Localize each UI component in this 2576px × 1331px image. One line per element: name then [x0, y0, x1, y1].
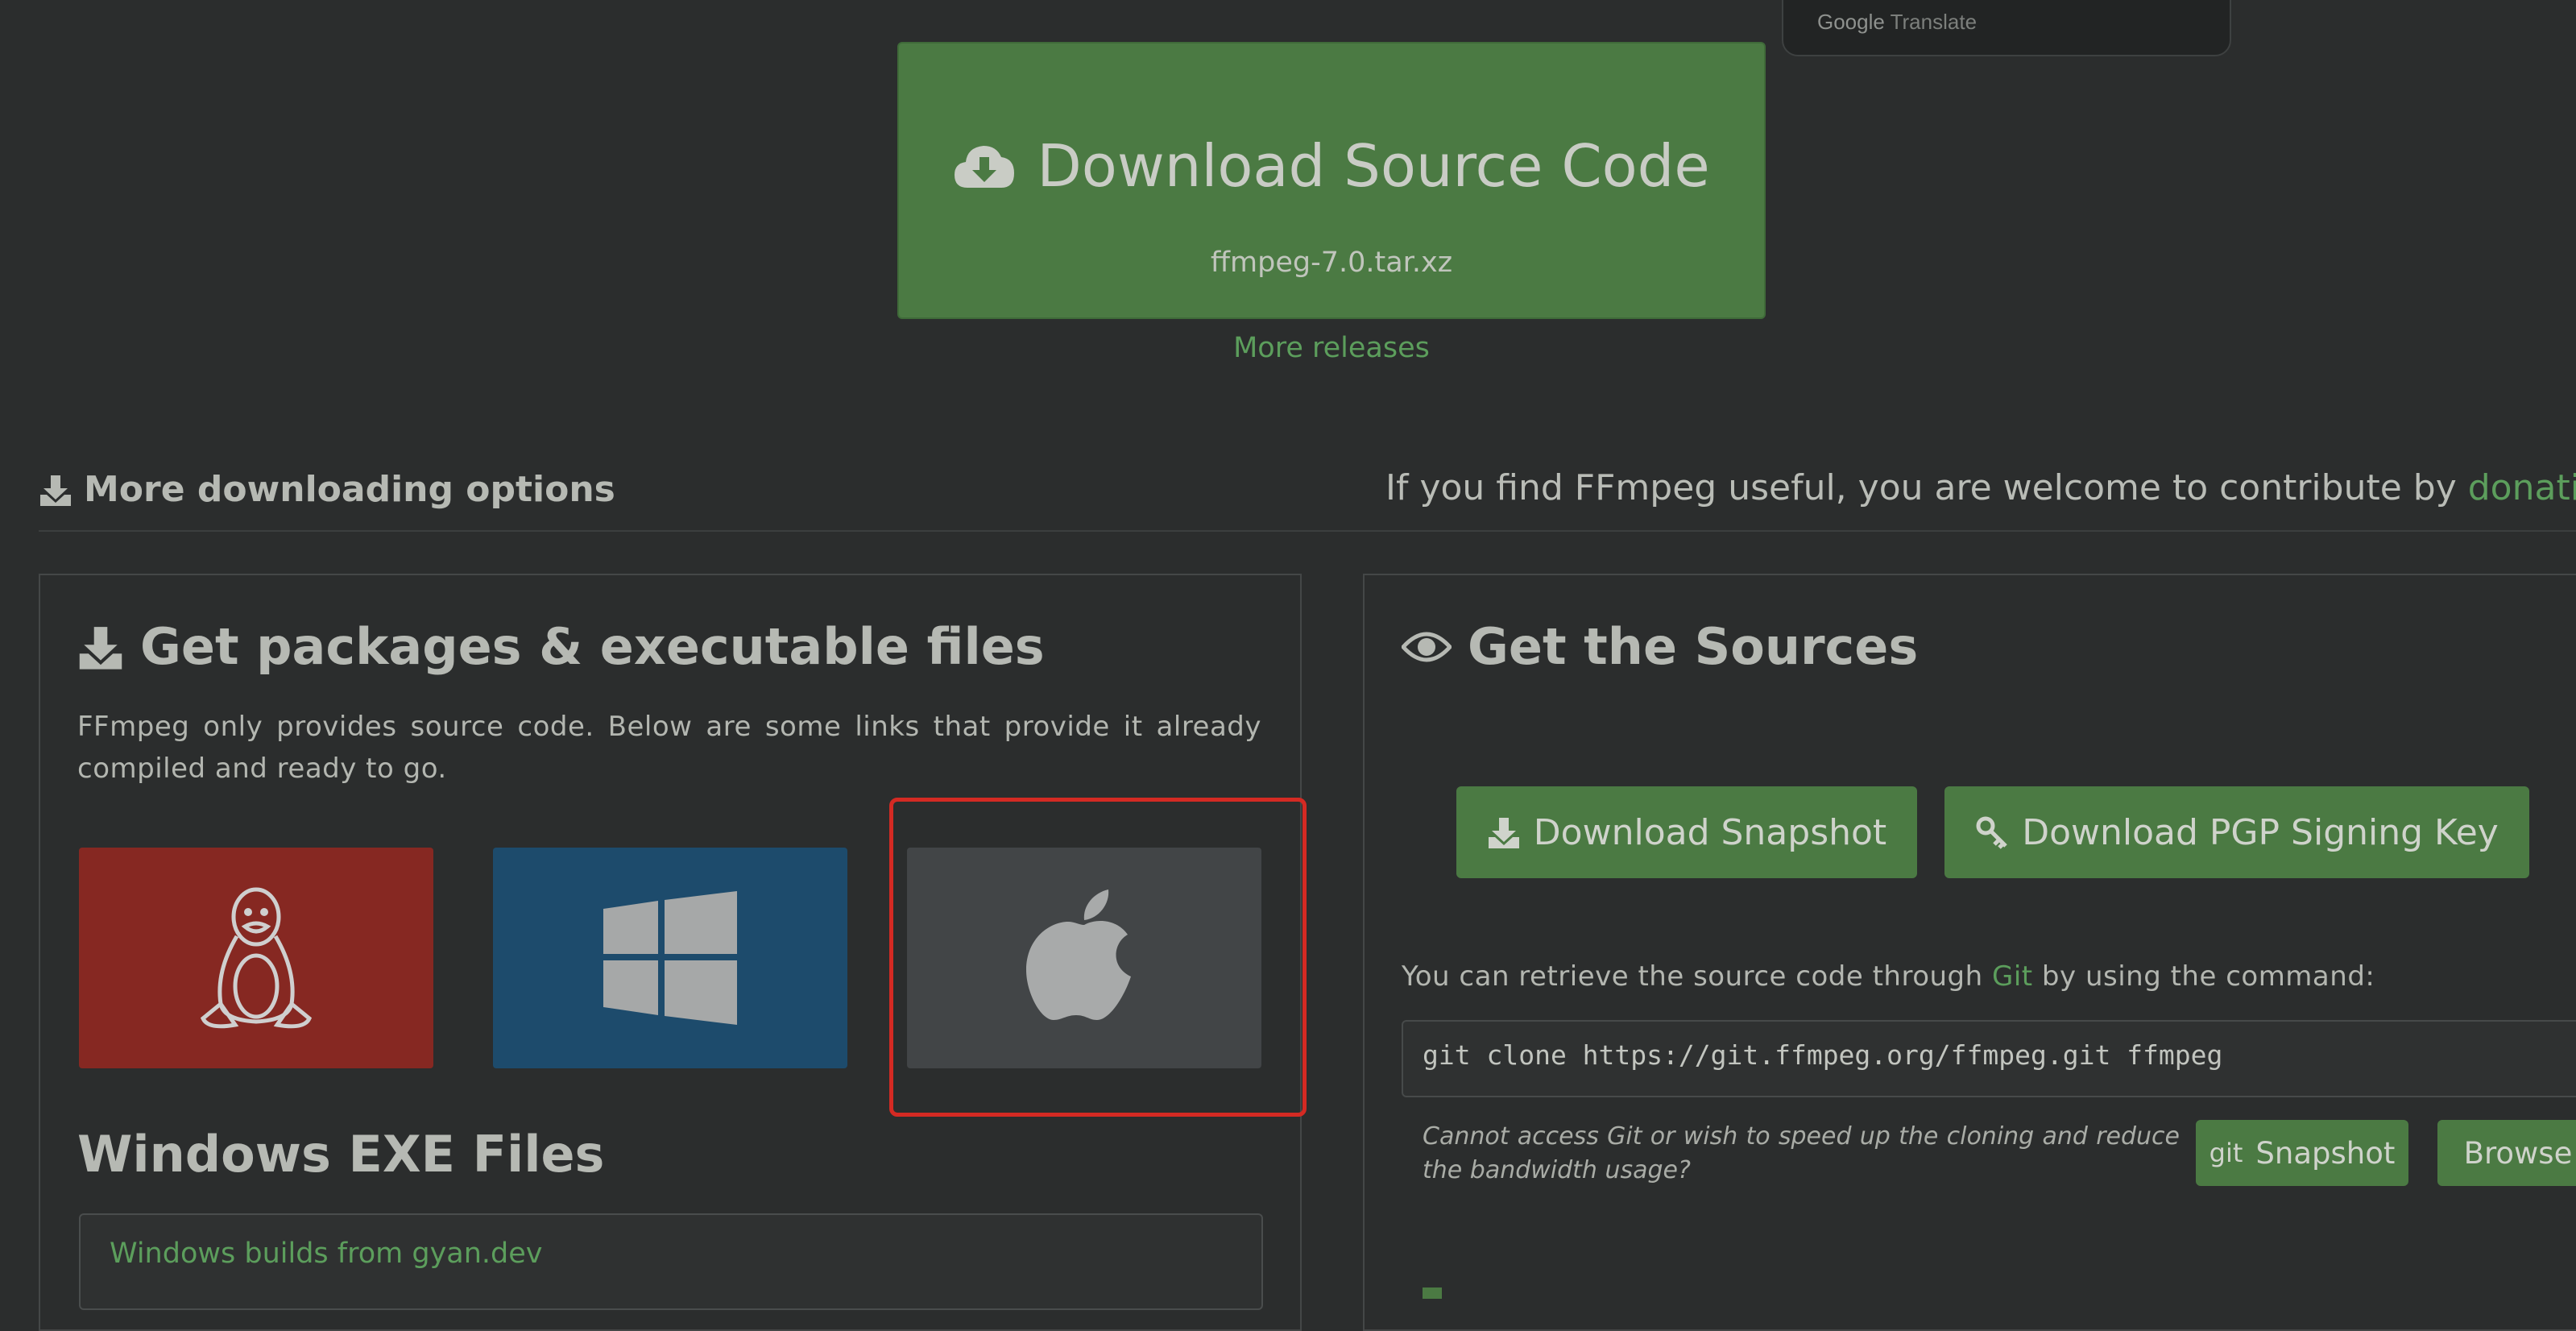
windows-tile[interactable]	[493, 848, 847, 1068]
download-source-button[interactable]: Download Source Code ffmpeg-7.0.tar.xz	[897, 42, 1766, 319]
browse-button[interactable]: Browse	[2437, 1120, 2576, 1186]
linux-tile[interactable]	[79, 848, 433, 1068]
windows-logo-icon	[603, 891, 737, 1025]
divider	[39, 530, 2576, 532]
git-link[interactable]: Git	[1992, 960, 2033, 993]
gyan-dev-link[interactable]: Windows builds from gyan.dev	[110, 1238, 543, 1270]
git-snapshot-button[interactable]: git Snapshot	[2196, 1120, 2408, 1186]
more-options-heading: More downloading options	[39, 469, 615, 510]
download-pgp-key-button[interactable]: Download PGP Signing Key	[1944, 786, 2529, 878]
retrieve-text: You can retrieve the source code through…	[1402, 960, 2375, 993]
linux-tux-icon	[200, 887, 313, 1029]
key-icon	[1976, 816, 2007, 849]
download-tray-icon	[79, 626, 122, 670]
windows-exe-heading: Windows EXE Files	[77, 1125, 605, 1184]
partial-element	[1423, 1287, 1442, 1299]
more-releases-link[interactable]: More releases	[897, 332, 1766, 364]
cloud-download-icon	[955, 146, 1015, 188]
sources-panel	[1363, 574, 2576, 1331]
sources-title: Get the Sources	[1402, 617, 1918, 676]
download-snapshot-button[interactable]: Download Snapshot	[1456, 786, 1917, 878]
eye-icon	[1402, 632, 1452, 661]
selection-highlight	[889, 798, 1307, 1117]
snapshot-note: Cannot access Git or wish to speed up th…	[1423, 1122, 2180, 1184]
download-source-title: Download Source Code	[1037, 132, 1710, 200]
download-tray-icon	[1488, 818, 1519, 848]
download-filename: ffmpeg-7.0.tar.xz	[1210, 247, 1453, 279]
donating-link[interactable]: donatin	[2468, 467, 2576, 508]
contribute-text: If you find FFmpeg useful, you are welco…	[1385, 467, 2576, 508]
packages-title: Get packages & executable files	[77, 617, 1045, 676]
google-translate-label: Google Translate	[1817, 10, 1978, 34]
download-tray-icon	[40, 475, 71, 506]
git-command[interactable]: git clone https://git.ffmpeg.org/ffmpeg.…	[1423, 1039, 2222, 1071]
packages-description: FFmpeg only provides source code. Below …	[77, 711, 1261, 785]
git-icon: git	[2209, 1138, 2243, 1168]
translate-popup: Google Translate	[1782, 0, 2231, 56]
